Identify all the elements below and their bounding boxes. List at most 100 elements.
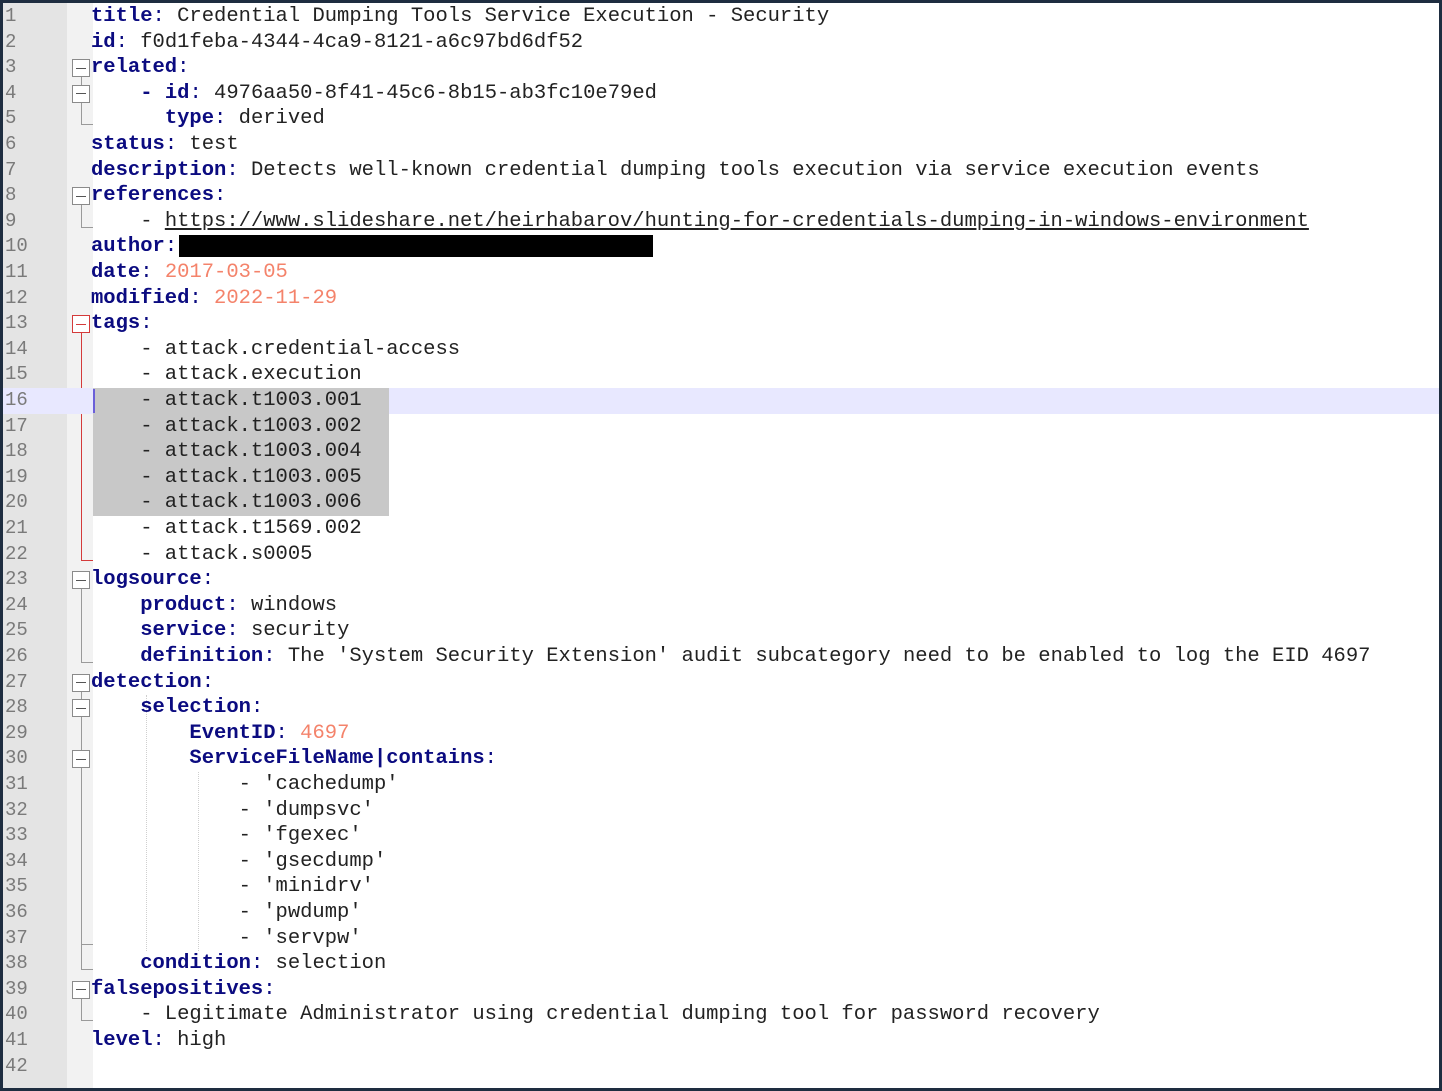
code-line[interactable]: 20 - attack.t1003.006 [3, 490, 1439, 516]
code-line[interactable]: 6 status: test [3, 132, 1439, 158]
yaml-text: - Legitimate Administrator using credent… [91, 1003, 1100, 1027]
line-text[interactable]: - attack.t1003.005 [91, 465, 361, 491]
line-text[interactable]: - https://www.slideshare.net/heirhabarov… [91, 209, 1309, 235]
line-text[interactable]: - attack.t1569.002 [91, 516, 362, 542]
line-text[interactable]: tags: [91, 311, 153, 337]
line-text[interactable]: - attack.credential-access [91, 337, 460, 363]
yaml-text: 4976aa50-8f41-45c6-8b15-ab3fc10e79ed [201, 81, 657, 105]
code-line[interactable]: 19 - attack.t1003.005 [3, 464, 1439, 491]
line-text[interactable]: - Legitimate Administrator using credent… [91, 1002, 1100, 1028]
code-line[interactable]: 33 - 'fgexec' [3, 823, 1439, 849]
code-line[interactable]: 4 - id: 4976aa50-8f41-45c6-8b15-ab3fc10e… [3, 81, 1439, 107]
code-line[interactable]: 27 detection: [3, 670, 1439, 696]
line-text[interactable]: definition: The 'System Security Extensi… [91, 644, 1370, 670]
code-line[interactable]: 24 product: windows [3, 593, 1439, 619]
line-text[interactable]: related: [91, 55, 189, 81]
code-line[interactable]: 3 related: [3, 55, 1439, 81]
line-text[interactable]: - attack.t1003.004 [91, 439, 361, 465]
code-area[interactable]: 1 title: Credential Dumping Tools Service… [3, 3, 1439, 1088]
code-line[interactable]: 39 falsepositives: [3, 977, 1439, 1003]
line-text[interactable]: description: Detects well-known credenti… [91, 158, 1260, 184]
yaml-colon: : [275, 721, 288, 745]
line-text[interactable]: - attack.execution [91, 362, 361, 388]
line-text[interactable]: ServiceFileName|contains: [91, 746, 497, 772]
code-line[interactable]: 2 id: f0d1feba-4344-4ca9-8121-a6c97bd6df5… [3, 30, 1439, 56]
code-line[interactable]: 38 condition: selection [3, 951, 1439, 977]
code-line[interactable]: 15 - attack.execution [3, 362, 1439, 388]
line-text[interactable]: - 'cachedump' [91, 772, 399, 798]
code-line[interactable]: 21 - attack.t1569.002 [3, 516, 1439, 542]
code-line[interactable]: 42 [3, 1054, 1439, 1080]
line-text[interactable]: product: windows [91, 593, 337, 619]
yaml-text: - 'servpw' [91, 926, 362, 950]
code-line[interactable]: 32 - 'dumpsvc' [3, 798, 1439, 824]
code-line[interactable]: 11 date: 2017-03-05 [3, 260, 1439, 286]
line-text[interactable]: type: derived [91, 106, 325, 132]
line-text[interactable]: references: [91, 183, 226, 209]
code-line[interactable]: 9 - https://www.slideshare.net/heirhabar… [3, 209, 1439, 235]
line-text[interactable]: date: 2017-03-05 [91, 260, 288, 286]
code-line[interactable]: 12 modified: 2022-11-29 [3, 286, 1439, 312]
code-line[interactable]: 17 - attack.t1003.002 [3, 413, 1439, 440]
code-line[interactable]: 8 references: [3, 183, 1439, 209]
yaml-text [91, 645, 140, 668]
code-line[interactable]: 34 - 'gsecdump' [3, 849, 1439, 875]
line-text[interactable]: detection: [91, 670, 214, 696]
code-line[interactable]: 29 EventID: 4697 [3, 721, 1439, 747]
code-line[interactable]: 1 title: Credential Dumping Tools Service… [3, 4, 1439, 30]
yaml-number: 4697 [300, 721, 350, 745]
line-number: 12 [5, 286, 28, 309]
code-line[interactable]: 13 tags: [3, 311, 1439, 337]
line-text[interactable]: author: [91, 234, 654, 260]
line-text[interactable]: status: test [91, 132, 239, 158]
code-line[interactable]: 31 - 'cachedump' [3, 772, 1439, 798]
code-line[interactable]: 36 - 'pwdump' [3, 900, 1439, 926]
line-text[interactable]: - attack.t1003.001 [91, 388, 361, 414]
code-line[interactable]: 40 - Legitimate Administrator using cred… [3, 1002, 1439, 1028]
code-line[interactable]: 37 - 'servpw' [3, 926, 1439, 952]
line-text[interactable]: - 'fgexec' [91, 823, 362, 849]
yaml-colon: : [226, 619, 239, 643]
line-text[interactable]: - id: 4976aa50-8f41-45c6-8b15-ab3fc10e79… [91, 81, 657, 107]
code-line[interactable]: 10 author: [3, 234, 1439, 260]
line-text[interactable]: - 'gsecdump' [91, 849, 387, 875]
yaml-colon: : [214, 184, 227, 208]
line-text[interactable]: service: security [91, 618, 349, 644]
line-text[interactable]: condition: selection [91, 951, 386, 977]
code-line[interactable]: 18 - attack.t1003.004 [3, 439, 1439, 465]
line-text[interactable]: level: high [91, 1028, 226, 1054]
yaml-colon: : [177, 56, 190, 80]
yaml-text: test [177, 133, 239, 156]
line-text[interactable]: falsepositives: [91, 977, 276, 1003]
hyperlink[interactable]: https://www.slideshare.net/heirhabarov/h… [165, 210, 1309, 233]
code-line[interactable]: 35 - 'minidrv' [3, 874, 1439, 900]
code-line[interactable]: 25 service: security [3, 618, 1439, 644]
code-line[interactable]: 41 level: high [3, 1028, 1439, 1054]
line-text[interactable]: - 'pwdump' [91, 900, 362, 926]
line-text[interactable]: - 'minidrv' [91, 874, 374, 900]
code-line[interactable]: 5 type: derived [3, 106, 1439, 132]
code-line[interactable]: 30 ServiceFileName|contains: [3, 746, 1439, 772]
line-text[interactable]: - attack.t1003.002 [91, 414, 361, 440]
line-text[interactable]: selection: [91, 695, 263, 721]
line-text[interactable]: EventID: 4697 [91, 721, 349, 747]
code-line[interactable]: 14 - attack.credential-access [3, 337, 1439, 363]
code-line[interactable]: 23 logsource: [3, 567, 1439, 593]
line-number: 23 [5, 568, 28, 591]
code-line[interactable]: 22 - attack.s0005 [3, 542, 1439, 568]
line-text[interactable]: - attack.s0005 [91, 542, 312, 568]
line-number: 13 [5, 312, 28, 335]
code-line[interactable]: 28 selection: [3, 695, 1439, 721]
code-line[interactable]: 26 definition: The 'System Security Exte… [3, 644, 1439, 670]
yaml-colon: : [226, 158, 239, 182]
line-text[interactable]: id: f0d1feba-4344-4ca9-8121-a6c97bd6df52 [91, 30, 583, 56]
line-text[interactable]: modified: 2022-11-29 [91, 286, 337, 312]
code-line[interactable]: 7 description: Detects well-known credent… [3, 158, 1439, 184]
line-text[interactable]: - 'dumpsvc' [91, 798, 374, 824]
line-text[interactable]: logsource: [91, 567, 214, 593]
code-line[interactable]: 16 - attack.t1003.001 [3, 388, 1439, 414]
yaml-text: - attack.t1569.002 [91, 517, 362, 540]
line-text[interactable]: - attack.t1003.006 [91, 490, 361, 516]
line-text[interactable]: - 'servpw' [91, 926, 362, 952]
line-text[interactable]: title: Credential Dumping Tools Service … [91, 4, 829, 30]
